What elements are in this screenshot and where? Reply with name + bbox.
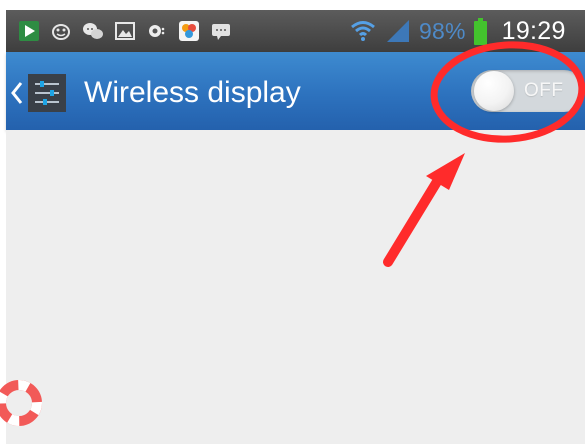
app-icon [179, 21, 199, 41]
system-indicators: 98% 19:29 [349, 17, 566, 45]
lifebuoy-icon[interactable] [0, 380, 42, 426]
content-area [0, 130, 585, 444]
toggle-state-label: OFF [524, 80, 564, 101]
screen: 98% 19:29 Wireless display OFF [0, 0, 585, 444]
chevron-left-icon [11, 81, 23, 104]
back-button[interactable] [9, 73, 83, 112]
signal-icon [387, 20, 409, 42]
page-title: Wireless display [84, 76, 301, 109]
wifi-icon [351, 21, 375, 41]
media-play-icon [19, 21, 39, 41]
camera-icon [149, 25, 165, 37]
bug-icon [52, 24, 70, 40]
image-icon [115, 22, 135, 40]
message-icon [212, 24, 230, 40]
status-bar: 98% 19:29 [6, 10, 585, 52]
action-bar: Wireless display OFF [6, 52, 585, 130]
clock: 19:29 [501, 16, 566, 45]
notification-icons [18, 19, 232, 43]
battery-percent: 98% [419, 17, 466, 44]
battery-icon [473, 17, 487, 45]
settings-app-icon [28, 73, 66, 112]
chat-bubbles-icon [83, 23, 103, 39]
toggle-thumb[interactable] [474, 71, 514, 111]
wireless-display-toggle[interactable]: OFF [471, 70, 585, 112]
